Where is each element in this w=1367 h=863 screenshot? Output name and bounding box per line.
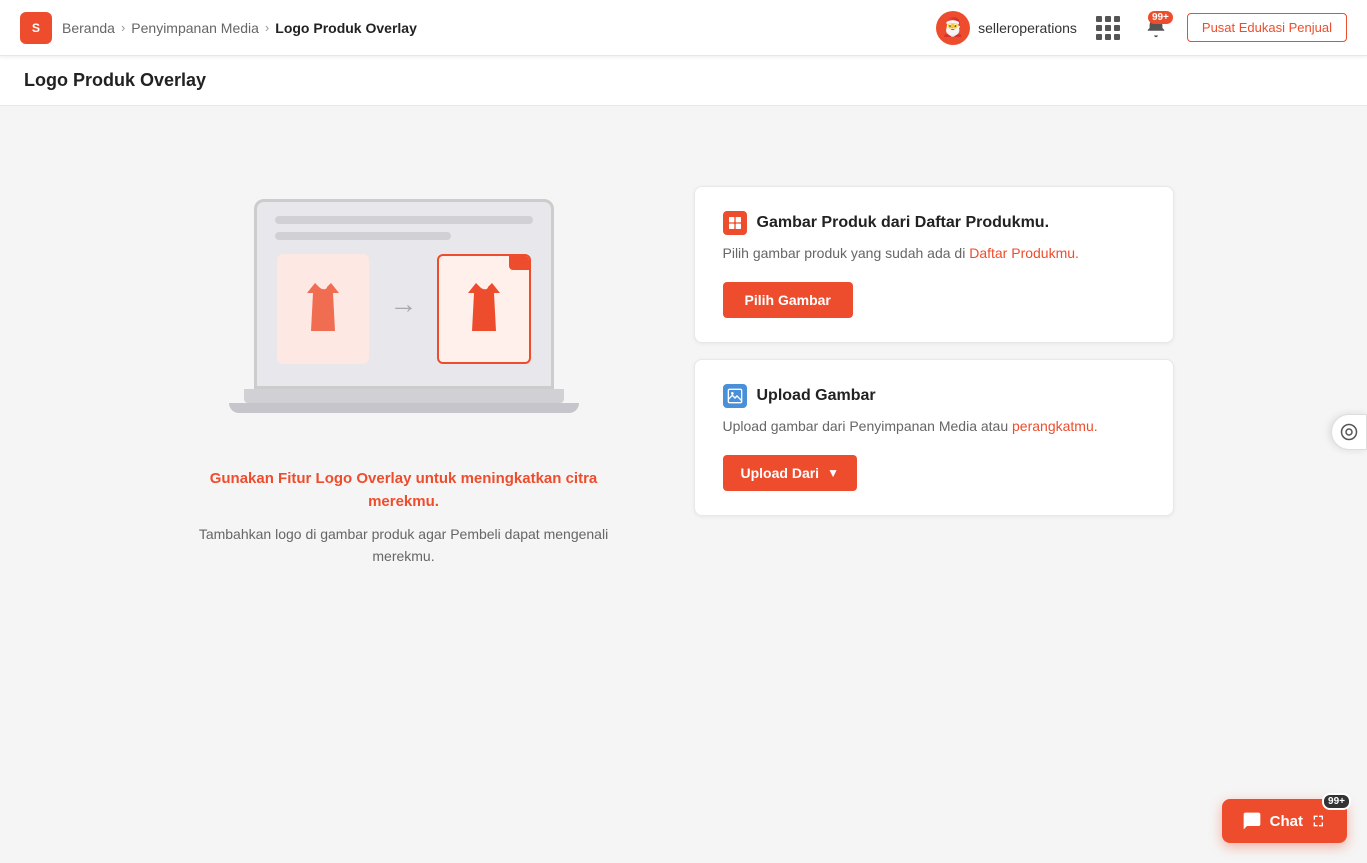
tag-icon [727, 215, 743, 231]
card1-desc: Pilih gambar produk yang sudah ada di Da… [723, 243, 1145, 264]
upload-dari-label: Upload Dari [741, 465, 820, 481]
dress-icon-before [299, 279, 347, 339]
edu-center-button[interactable]: Pusat Edukasi Penjual [1187, 13, 1347, 42]
svg-text:S: S [32, 21, 40, 35]
laptop-illustration: → [229, 199, 579, 413]
card1-desc-prefix: Pilih gambar produk yang sudah ada di [723, 245, 970, 261]
laptop-foot [229, 403, 579, 413]
shopee-logo: S [20, 12, 52, 44]
card1-desc-link[interactable]: Daftar Produkmu. [969, 245, 1079, 261]
card1-icon [723, 211, 747, 235]
breadcrumb-sep1: › [121, 20, 125, 35]
card2-desc: Upload gambar dari Penyimpanan Media ata… [723, 416, 1145, 437]
card2-title: Upload Gambar [757, 387, 876, 405]
laptop-screen: → [254, 199, 554, 389]
apps-grid-icon [1096, 16, 1120, 40]
promo-sub-text: Tambahkan logo di gambar produk agar Pem… [194, 523, 614, 568]
header-right: 🎅 selleroperations 99+ Pusat Edukasi Pen… [936, 11, 1347, 45]
header: S Beranda › Penyimpanan Media › Logo Pro… [0, 0, 1367, 56]
arrow-right-icon: → [389, 288, 417, 320]
card2-header: Upload Gambar [723, 384, 1145, 408]
image-icon [727, 388, 743, 404]
main-content: → Gunakan Fitur Logo Overlay untuk menin… [0, 106, 1367, 857]
pilih-gambar-button[interactable]: Pilih Gambar [723, 282, 853, 318]
header-left: S Beranda › Penyimpanan Media › Logo Pro… [20, 12, 936, 44]
card2-icon [723, 384, 747, 408]
screen-line-top [275, 216, 533, 224]
breadcrumb-sep2: › [265, 20, 269, 35]
notification-badge: 99+ [1148, 11, 1173, 24]
apps-grid-button[interactable] [1091, 11, 1125, 45]
card2-desc-prefix: Upload gambar dari Penyimpanan Media ata… [723, 418, 1013, 434]
overlay-corner [509, 256, 529, 270]
promo-main-text: Gunakan Fitur Logo Overlay untuk meningk… [194, 468, 614, 513]
expand-icon [1311, 813, 1327, 829]
chat-label: Chat [1270, 813, 1303, 830]
illustration: → [214, 166, 594, 446]
product-box-after [437, 254, 530, 364]
avatar-area[interactable]: 🎅 selleroperations [936, 11, 1077, 45]
chat-icon [1242, 811, 1262, 831]
breadcrumb-current: Logo Produk Overlay [275, 20, 417, 36]
chat-badge: 99+ [1322, 793, 1351, 810]
chevron-down-icon: ▼ [827, 466, 839, 480]
support-button[interactable] [1331, 414, 1367, 450]
page-title: Logo Produk Overlay [24, 70, 1343, 91]
breadcrumb-home[interactable]: Beranda [62, 20, 115, 36]
left-panel: → Gunakan Fitur Logo Overlay untuk menin… [194, 166, 614, 568]
card1-header: Gambar Produk dari Daftar Produkmu. [723, 211, 1145, 235]
laptop-base [244, 389, 564, 403]
breadcrumb-media[interactable]: Penyimpanan Media [131, 20, 259, 36]
headset-icon [1340, 423, 1358, 441]
avatar: 🎅 [936, 11, 970, 45]
product-box-before [277, 254, 370, 364]
dress-icon-after [460, 279, 508, 339]
notification-button[interactable]: 99+ [1139, 11, 1173, 45]
right-panel: Gambar Produk dari Daftar Produkmu. Pili… [694, 186, 1174, 516]
card2-desc-link[interactable]: perangkatmu. [1012, 418, 1098, 434]
card-upload-image: Upload Gambar Upload gambar dari Penyimp… [694, 359, 1174, 516]
upload-dari-button[interactable]: Upload Dari ▼ [723, 455, 857, 491]
page-title-bar: Logo Produk Overlay [0, 56, 1367, 106]
card1-title: Gambar Produk dari Daftar Produkmu. [757, 214, 1050, 232]
username-label: selleroperations [978, 20, 1077, 36]
screen-line-mid [275, 232, 451, 240]
card-product-image: Gambar Produk dari Daftar Produkmu. Pili… [694, 186, 1174, 343]
breadcrumb: Beranda › Penyimpanan Media › Logo Produ… [62, 20, 417, 36]
chat-fab[interactable]: 99+ Chat [1222, 799, 1347, 843]
